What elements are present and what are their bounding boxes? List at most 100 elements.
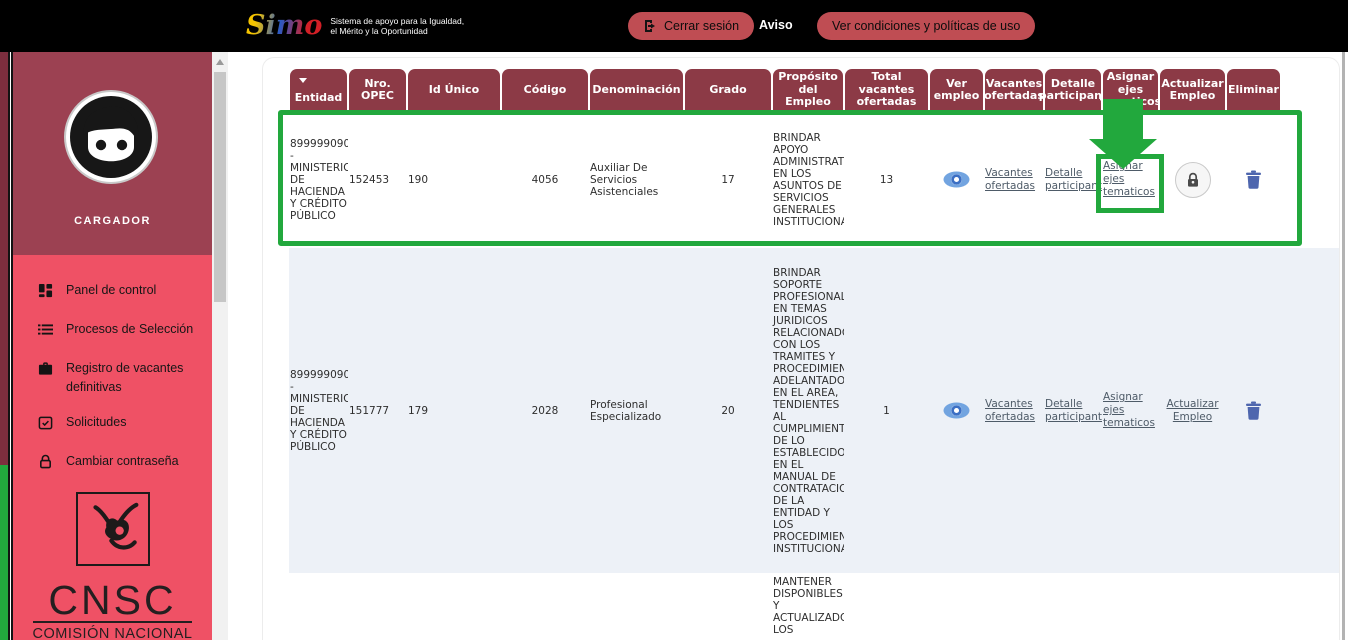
cell-proposito: MANTENER DISPONIBLES Y ACTUALIZADOS LOS [773, 576, 844, 636]
tagline-line2: el Mérito y la Oportunidad [330, 26, 428, 36]
cell-total-vacantes: 13 [879, 173, 894, 186]
topbar: Simo Sistema de apoyo para la Igualdad, … [0, 0, 1348, 52]
cell-proposito: BRINDAR APOYO ADMINISTRATIVO EN LOS ASUN… [773, 131, 844, 228]
cell-entidad [289, 573, 348, 640]
column-header-ver-empleo[interactable]: Ver empleo [930, 69, 983, 111]
cell-vacantes-ofertadas: Vacantes ofertadas [984, 111, 1044, 248]
cell-asignar-ejes [1102, 573, 1159, 640]
scroll-up-icon[interactable] [216, 59, 224, 65]
trash-icon[interactable] [1245, 401, 1262, 420]
column-header-vacantes-ofertadas[interactable]: Vacantes ofertadas [984, 69, 1044, 111]
cell-eliminar [1226, 111, 1281, 248]
logout-button[interactable]: Cerrar sesión [628, 12, 755, 40]
cell-nro-opec [348, 573, 407, 640]
lock-button[interactable] [1174, 161, 1211, 198]
cell-grado: 17 [721, 173, 735, 186]
cell-detalle-participante: Detalle participante [1044, 248, 1102, 573]
sidebar-item-solicitudes[interactable]: Solicitudes [13, 413, 212, 436]
cell-grado [684, 573, 772, 640]
table-row: 899999090 - MINISTERIO DE HACIENDA Y CRÉ… [289, 111, 1339, 248]
cell-asignar-ejes: Asignar ejes tematicos [1102, 248, 1159, 573]
sort-icon[interactable] [299, 78, 307, 83]
column-header-entidad[interactable]: Entidad [290, 69, 347, 111]
link-detalle-participante[interactable]: Detalle participante [1045, 398, 1102, 424]
cell-total-vacantes [844, 573, 929, 640]
cell-detalle-participante: Detalle participante [1044, 111, 1102, 248]
list-icon [38, 320, 53, 343]
cell-entidad: 899999090 - MINISTERIO DE HACIENDA Y CRÉ… [290, 368, 348, 453]
sidebar-item-label: Panel de control [66, 283, 157, 297]
cell-id-unico: 190 [408, 173, 429, 186]
cell-codigo: 4056 [531, 173, 559, 186]
left-edge-strip-maroon [0, 52, 8, 465]
sidebar-item-procesos-de-seleccion[interactable]: Procesos de Selección [13, 320, 212, 343]
sidebar-item-registro-de-vacantes[interactable]: Registro de vacantes definitivas [13, 359, 212, 397]
column-header-codigo[interactable]: Código [502, 69, 588, 111]
column-header-actualizar-empleo[interactable]: Actualizar Empleo [1160, 69, 1225, 111]
trash-icon[interactable] [1245, 170, 1262, 189]
column-header-total-vacantes[interactable]: Total vacantes ofertadas [845, 69, 928, 111]
cell-vacantes-ofertadas [984, 573, 1044, 640]
column-header-eliminar[interactable]: Eliminar [1227, 69, 1280, 111]
conditions-button[interactable]: Ver condiciones y políticas de uso [817, 12, 1036, 40]
cell-nro-opec: 152453 [349, 173, 390, 186]
simo-logo[interactable]: Simo Sistema de apoyo para la Igualdad, … [246, 6, 464, 46]
link-actualizar-empleo[interactable]: Actualizar Empleo [1160, 398, 1225, 424]
tagline-line1: Sistema de apoyo para la Igualdad, [330, 15, 465, 26]
sidebar-scrollbar-thumb[interactable] [214, 72, 226, 302]
column-header-proposito[interactable]: Propósito del Empleo [773, 69, 843, 111]
column-header-denominacion[interactable]: Denominación [590, 69, 683, 111]
briefcase-icon [38, 359, 53, 382]
column-header-nro-opec[interactable]: Nro. OPEC [349, 69, 406, 111]
column-header-grado[interactable]: Grado [685, 69, 771, 111]
cell-grado: 20 [721, 404, 735, 417]
sidebar-item-label: Procesos de Selección [66, 322, 194, 336]
cell-ver-empleo [929, 573, 984, 640]
page-right-border [1342, 52, 1345, 640]
cell-actualizar-empleo [1159, 111, 1226, 248]
cell-id-unico: 179 [408, 404, 429, 417]
link-asignar-ejes-tematicos[interactable]: Asignar ejes tematicos [1103, 160, 1158, 199]
exit-icon [643, 19, 657, 33]
left-edge-line [8, 52, 10, 640]
sidebar-item-label: Registro de vacantes definitivas [66, 361, 184, 394]
cnsc-acronym: CNSC [48, 577, 177, 623]
link-detalle-participante[interactable]: Detalle participante [1045, 167, 1102, 193]
cell-vacantes-ofertadas: Vacantes ofertadas [984, 248, 1044, 573]
column-header-asignar-ejes[interactable]: Asignar ejes tematicos [1100, 69, 1161, 111]
eye-icon[interactable] [943, 402, 970, 419]
logout-label: Cerrar sesión [664, 19, 740, 33]
role-label: CARGADOR [74, 215, 151, 227]
cnsc-figure-icon [75, 492, 150, 566]
lock-icon [38, 452, 53, 475]
cnsc-subtitle: COMISIÓN NACIONAL [32, 621, 193, 640]
sidebar-item-label: Solicitudes [66, 415, 127, 429]
sidebar-item-cambiar-contrasena[interactable]: Cambiar contraseña [13, 452, 212, 475]
cell-codigo: 2028 [531, 404, 559, 417]
cell-entidad: 899999090 - MINISTERIO DE HACIENDA Y CRÉ… [290, 137, 348, 222]
sidebar-profile-panel: CARGADOR [13, 52, 212, 255]
cell-ver-empleo [929, 248, 984, 573]
sidebar-item-panel-de-control[interactable]: Panel de control [13, 281, 212, 304]
link-vacantes-ofertadas[interactable]: Vacantes ofertadas [985, 398, 1043, 424]
logo-tagline: Sistema de apoyo para la Igualdad, el Mé… [330, 16, 464, 37]
sidebar: CARGADOR Panel de control Procesos de Se… [13, 52, 212, 640]
link-vacantes-ofertadas[interactable]: Vacantes ofertadas [985, 167, 1043, 193]
cell-total-vacantes: 1 [883, 404, 890, 417]
eye-icon[interactable] [943, 171, 970, 188]
sidebar-item-label: Cambiar contraseña [66, 454, 179, 468]
table-card: Entidad Nro. OPEC Id Único Código Denomi… [262, 57, 1340, 640]
cell-denominacion: Auxiliar De Servicios Asistenciales [590, 161, 659, 198]
column-header-id-unico[interactable]: Id Único [408, 69, 500, 111]
cell-actualizar-empleo [1159, 573, 1226, 640]
link-asignar-ejes-tematicos[interactable]: Asignar ejes tematicos [1103, 391, 1158, 430]
table-row: 899999090 - MINISTERIO DE HACIENDA Y CRÉ… [289, 248, 1339, 573]
cell-ver-empleo [929, 111, 984, 248]
cell-nro-opec: 151777 [349, 404, 390, 417]
cell-eliminar [1226, 248, 1281, 573]
cell-id-unico [407, 573, 501, 640]
column-header-detalle-participante[interactable]: Detalle participant [1039, 69, 1107, 111]
left-edge-strip-green [0, 465, 8, 640]
calendar-icon [38, 413, 53, 436]
notice-label: Aviso [759, 18, 793, 32]
